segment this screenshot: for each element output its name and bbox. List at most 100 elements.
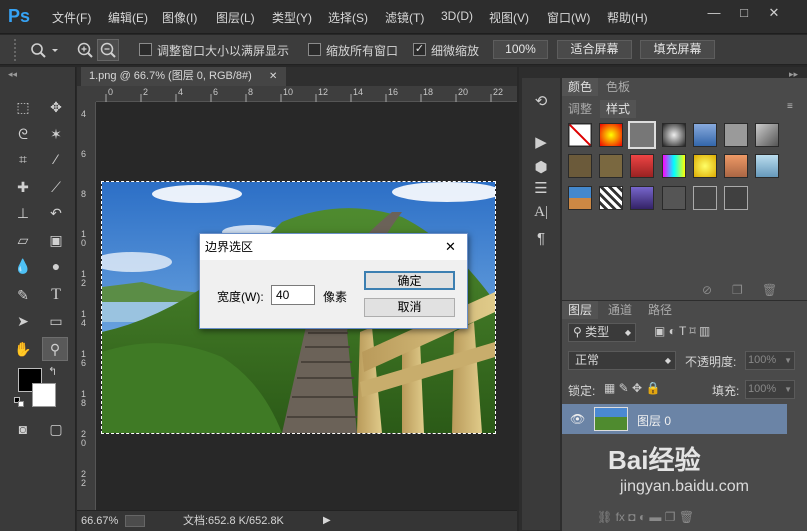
tab-swatches[interactable]: 色板 <box>600 78 636 96</box>
tab-layers[interactable]: 图层 <box>562 301 599 319</box>
horizontal-ruler[interactable]: 0 2 4 6 8 10 12 14 16 18 20 22 <box>96 86 517 102</box>
style-swatch[interactable] <box>599 123 623 147</box>
collapse-arrows-icon[interactable]: ◂◂ <box>8 69 17 80</box>
move-tool-icon[interactable]: ✥ <box>45 97 67 117</box>
character-panel-icon[interactable]: A| <box>529 202 553 222</box>
actions-panel-icon[interactable]: ▶ <box>529 133 553 153</box>
style-swatch[interactable] <box>693 154 717 178</box>
magic-wand-tool-icon[interactable]: ✶ <box>45 124 67 144</box>
menu-select[interactable]: 选择(S) <box>328 9 368 26</box>
path-select-tool-icon[interactable]: ➤ <box>12 311 34 331</box>
dialog-close-icon[interactable]: ✕ <box>445 234 456 260</box>
status-icon[interactable] <box>125 515 145 527</box>
scrubby-zoom-checkbox[interactable]: ✓ <box>413 43 426 56</box>
hand-tool-icon[interactable]: ✋ <box>12 339 34 359</box>
style-swatch[interactable] <box>630 154 654 178</box>
paragraph-panel-icon[interactable]: ¶ <box>529 229 553 249</box>
minimize-button[interactable]: — <box>703 4 725 22</box>
menu-layer[interactable]: 图层(L) <box>216 9 255 26</box>
style-swatch[interactable] <box>724 154 748 178</box>
lasso-tool-icon[interactable]: ᘓ <box>12 124 34 144</box>
ok-button[interactable]: 确定 <box>364 271 455 290</box>
style-swatch[interactable] <box>755 123 779 147</box>
style-swatch[interactable] <box>568 186 592 210</box>
eraser-tool-icon[interactable]: ▱ <box>12 230 34 250</box>
menu-type[interactable]: 类型(Y) <box>272 9 312 26</box>
healing-brush-tool-icon[interactable]: ✚ <box>12 177 34 197</box>
blend-mode-select[interactable]: 正常 ◆ <box>568 351 676 370</box>
delete-style-icon[interactable]: 🗑 <box>762 283 777 297</box>
clear-style-icon[interactable]: ⊘ <box>702 283 712 297</box>
history-brush-tool-icon[interactable]: ↶ <box>45 203 67 223</box>
menu-view[interactable]: 视图(V) <box>489 9 529 26</box>
tab-adjustments[interactable]: 调整 <box>562 100 598 118</box>
resize-windows-checkbox[interactable] <box>139 43 152 56</box>
eyedropper-tool-icon[interactable]: ⁄ <box>45 149 67 169</box>
style-swatch[interactable] <box>662 154 686 178</box>
type-tool-icon[interactable]: T <box>45 285 67 305</box>
ruler-origin[interactable] <box>77 86 96 102</box>
dodge-tool-icon[interactable]: ● <box>45 256 67 276</box>
style-swatch[interactable] <box>568 154 592 178</box>
quick-mask-icon[interactable]: ◙ <box>12 419 34 439</box>
vertical-ruler[interactable]: 4 6 8 1 0 1 2 1 4 1 6 1 8 2 0 2 2 <box>77 102 96 510</box>
zoom-level[interactable]: 66.67% <box>81 511 118 531</box>
new-style-icon[interactable]: ❐ <box>732 283 743 297</box>
screen-mode-icon[interactable]: ▢ <box>45 419 67 439</box>
fill-input[interactable]: 100% ▼ <box>745 380 795 399</box>
pen-tool-icon[interactable]: ✎ <box>12 285 34 305</box>
style-swatch[interactable] <box>630 186 654 210</box>
menu-help[interactable]: 帮助(H) <box>607 9 648 26</box>
zoom-100-button[interactable]: 100% <box>493 40 548 59</box>
style-swatch[interactable] <box>662 123 686 147</box>
layer-filter-dropdown[interactable]: ⚲ 类型 ◆ <box>568 323 636 342</box>
menu-edit[interactable]: 编辑(E) <box>108 9 148 26</box>
style-swatch[interactable] <box>599 186 623 210</box>
close-window-button[interactable]: ✕ <box>763 4 785 22</box>
menu-3d[interactable]: 3D(D) <box>441 9 473 23</box>
marquee-tool-icon[interactable]: ⬚ <box>12 97 34 117</box>
status-menu-arrow-icon[interactable]: ▶ <box>323 511 331 531</box>
dialog-titlebar[interactable]: 边界选区 ✕ <box>200 234 467 260</box>
gradient-tool-icon[interactable]: ▣ <box>45 230 67 250</box>
menu-filter[interactable]: 滤镜(T) <box>385 9 424 26</box>
zoom-tool-icon[interactable]: ⚲ <box>42 337 68 361</box>
default-colors-icon[interactable] <box>14 397 24 407</box>
layer-footer-icons[interactable]: ⛓ fx ◘ ◐ ▬ ❐ 🗑 <box>597 510 694 524</box>
clone-stamp-tool-icon[interactable]: ⊥ <box>12 203 34 223</box>
style-swatch[interactable] <box>755 154 779 178</box>
width-input[interactable] <box>271 285 315 305</box>
background-color-swatch[interactable] <box>32 383 56 407</box>
blur-tool-icon[interactable]: 💧 <box>12 256 34 276</box>
tab-channels[interactable]: 通道 <box>602 301 638 319</box>
3d-panel-icon[interactable]: ⬢ <box>529 158 553 178</box>
style-swatch[interactable] <box>599 154 623 178</box>
style-none[interactable] <box>568 123 592 147</box>
close-document-icon[interactable]: ✕ <box>269 67 277 86</box>
zoom-in-button[interactable] <box>75 40 95 60</box>
menu-image[interactable]: 图像(I) <box>162 9 197 26</box>
menu-window[interactable]: 窗口(W) <box>547 9 590 26</box>
panel-menu-icon[interactable]: ≡ <box>787 101 793 112</box>
document-tab[interactable]: 1.png @ 66.7% (图层 0, RGB/8#) ✕ <box>81 67 286 86</box>
style-swatch[interactable] <box>693 123 717 147</box>
history-panel-icon[interactable]: ⟲ <box>529 92 553 112</box>
tab-styles[interactable]: 样式 <box>600 100 637 118</box>
style-swatch-selected[interactable] <box>628 121 656 149</box>
fit-screen-button[interactable]: 适合屏幕 <box>557 40 632 59</box>
layer-row[interactable]: 👁 图层 0 <box>562 404 787 434</box>
zoom-out-button[interactable] <box>97 39 119 61</box>
zoom-all-windows-checkbox[interactable] <box>308 43 321 56</box>
rectangle-tool-icon[interactable]: ▭ <box>45 311 67 331</box>
cancel-button[interactable]: 取消 <box>364 298 455 317</box>
style-swatch[interactable] <box>662 186 686 210</box>
tab-color[interactable]: 颜色 <box>562 78 599 96</box>
brush-tool-icon[interactable]: ⟋ <box>45 177 67 197</box>
restore-button[interactable]: □ <box>733 4 755 22</box>
lock-icons[interactable]: ▦ ✎ ✥ 🔒 <box>604 381 660 395</box>
adjust-panel-icon[interactable]: ☰ <box>529 179 553 199</box>
fill-screen-button[interactable]: 填充屏幕 <box>640 40 715 59</box>
style-swatch[interactable] <box>693 186 717 210</box>
grip-handle[interactable] <box>14 39 24 61</box>
style-swatch[interactable] <box>724 186 748 210</box>
